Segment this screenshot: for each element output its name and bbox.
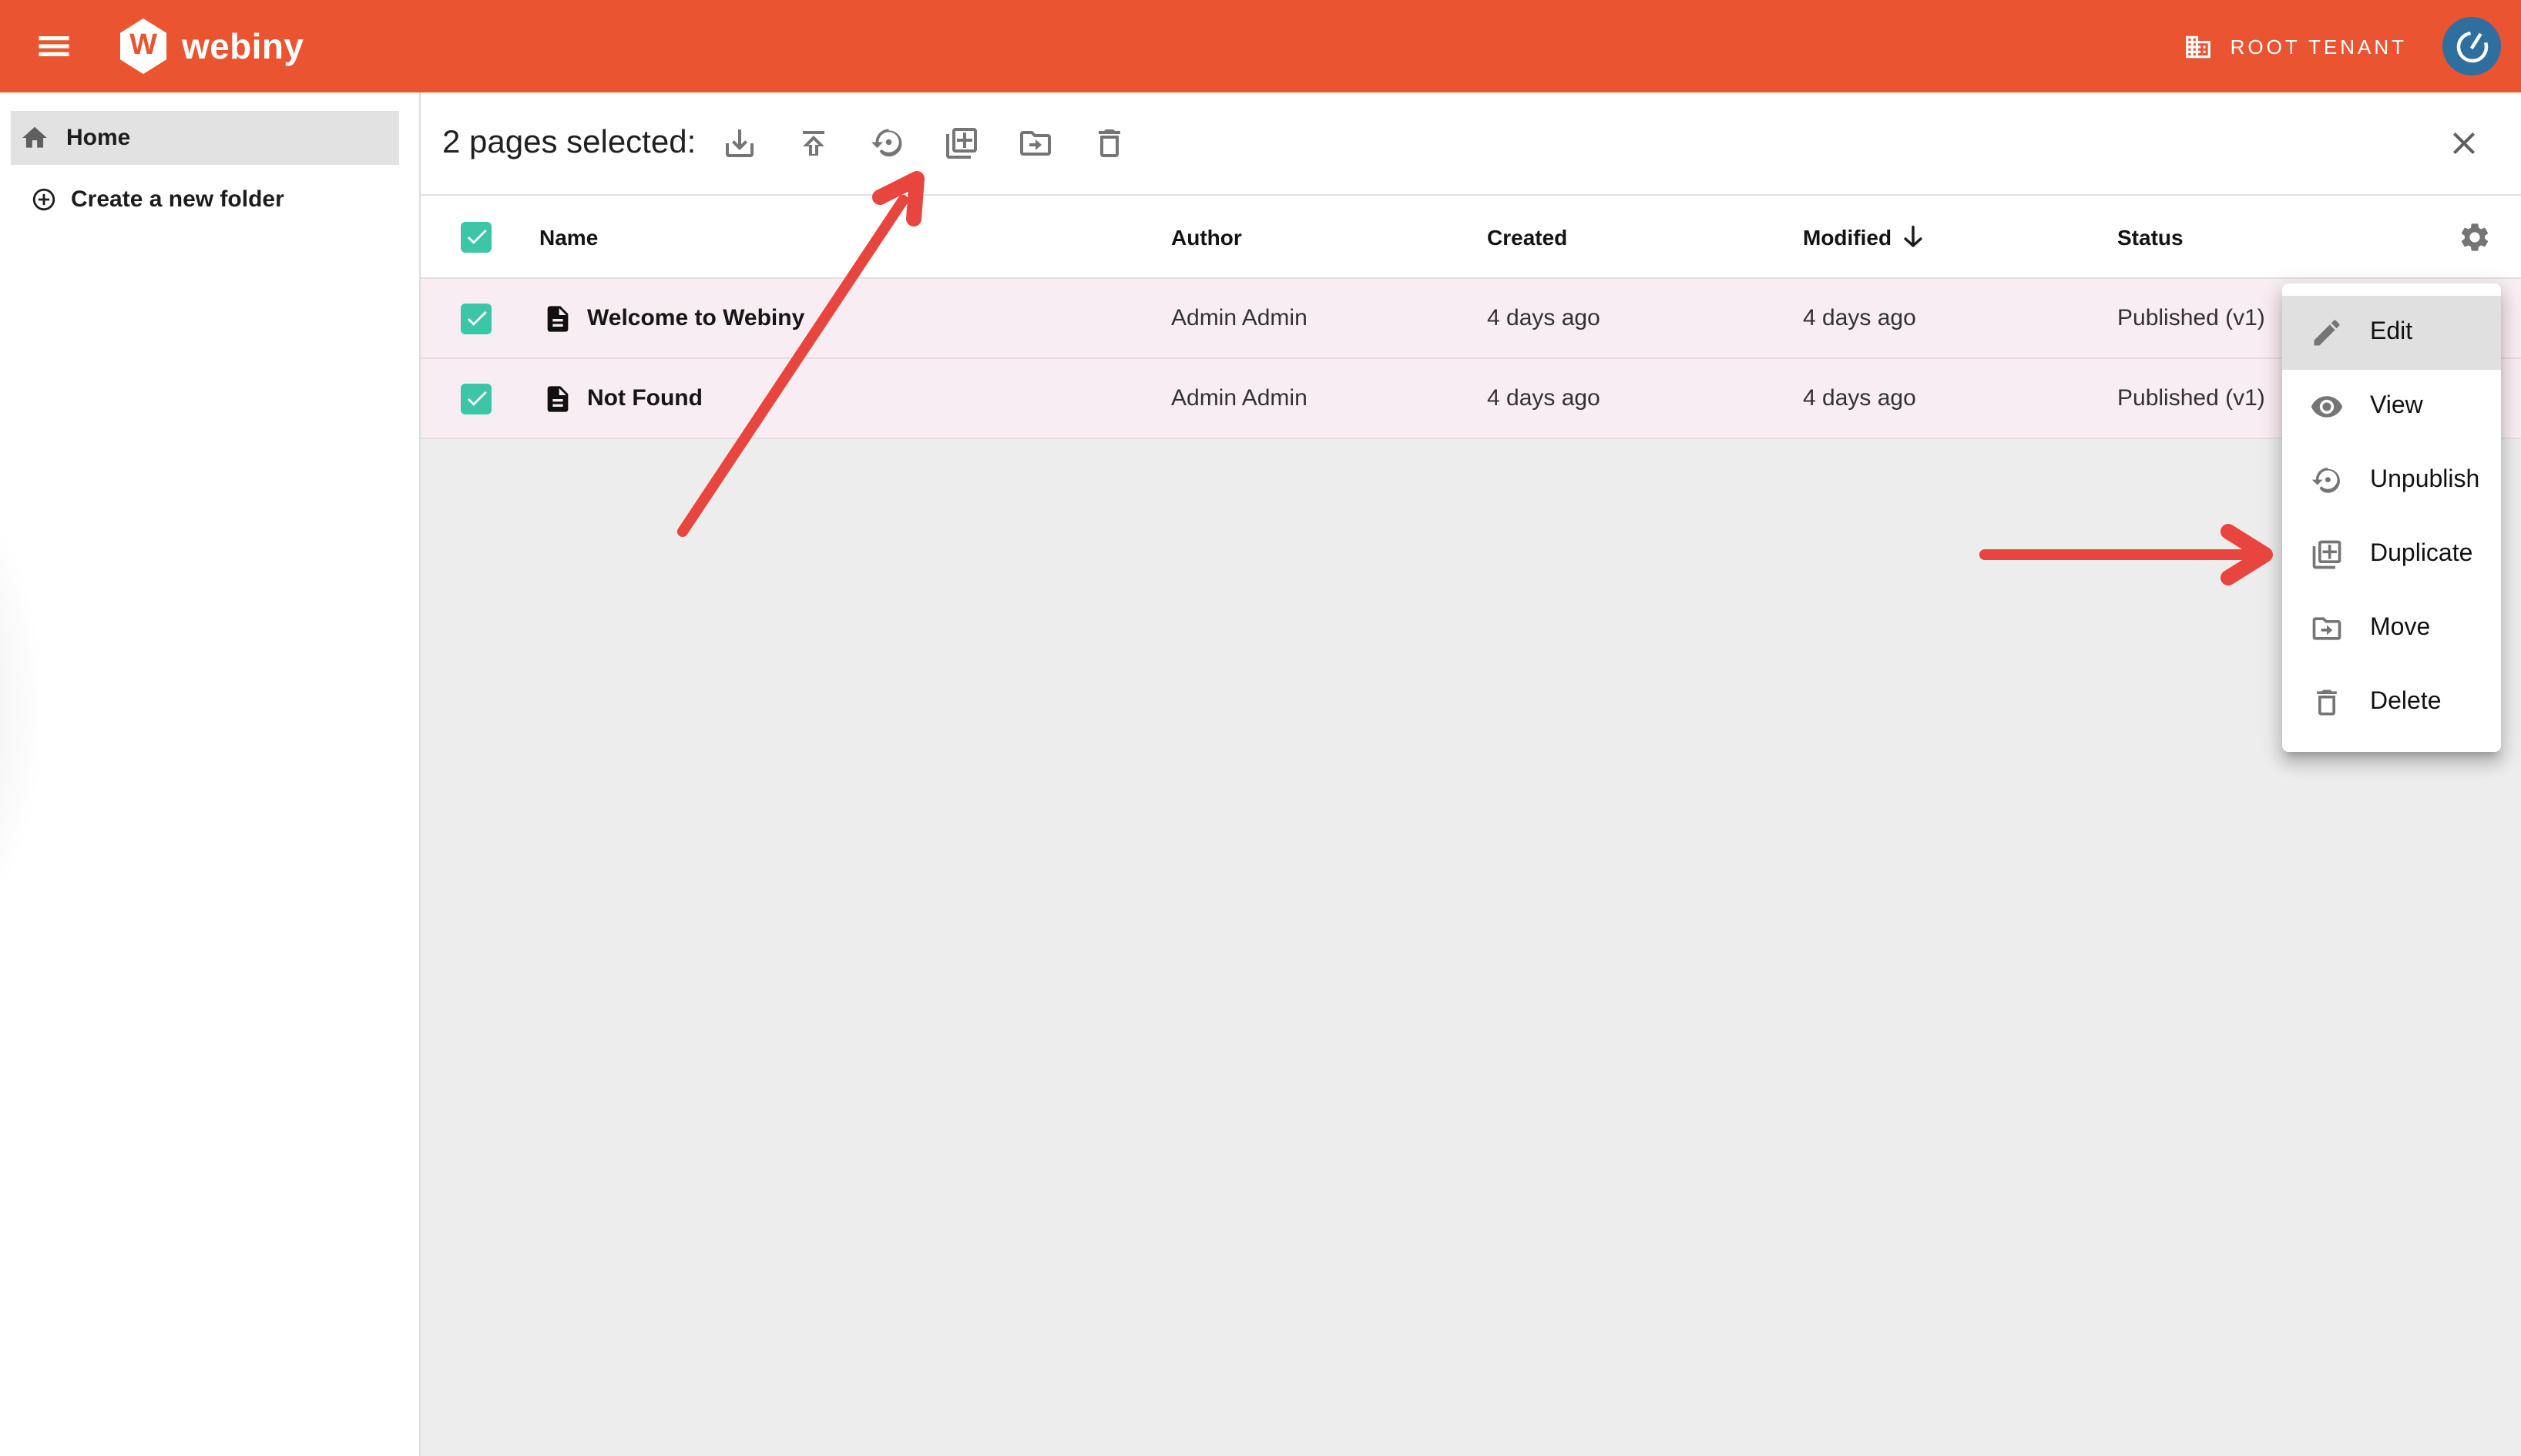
page-author: Admin Admin (1171, 385, 1487, 411)
column-header-status[interactable]: Status (2117, 224, 2429, 249)
unpublish-icon (868, 125, 905, 162)
context-menu-item-duplicate[interactable]: Duplicate (2282, 518, 2501, 592)
sidebar-create-folder[interactable]: Create a new folder (31, 179, 399, 219)
context-menu-label: Unpublish (2370, 467, 2479, 495)
publish-button[interactable] (782, 112, 844, 174)
hamburger-menu-button[interactable] (20, 12, 88, 80)
column-header-modified-label: Modified (1803, 224, 1892, 249)
power-icon (2451, 25, 2492, 67)
home-icon (20, 123, 49, 153)
sidebar-create-folder-label: Create a new folder (71, 186, 284, 212)
table-settings-button[interactable] (2444, 206, 2506, 267)
context-menu-label: View (2370, 393, 2423, 421)
delete-icon (2310, 686, 2344, 720)
page-created: 4 days ago (1487, 385, 1803, 411)
tenant-selector[interactable]: ROOT TENANT (2184, 32, 2407, 61)
duplicate-toolbar-button[interactable] (930, 112, 992, 174)
table-row[interactable]: Not Found Admin Admin 4 days ago 4 days … (421, 359, 2521, 439)
column-header-modified[interactable]: Modified (1803, 224, 2117, 249)
selection-count-text: 2 pages selected: (442, 125, 696, 162)
webiny-wordmark: webiny (182, 25, 304, 67)
tenant-label: ROOT TENANT (2231, 35, 2407, 58)
move-button[interactable] (1004, 112, 1066, 174)
context-menu-label: Edit (2370, 319, 2412, 347)
context-menu-item-view[interactable]: View (2282, 370, 2501, 444)
delete-icon (1090, 125, 1127, 162)
publish-icon (794, 125, 831, 162)
page-modified: 4 days ago (1803, 305, 2117, 331)
delete-toolbar-button[interactable] (1078, 112, 1140, 174)
app-body: Home Create a new folder 2 pages selecte… (0, 92, 2521, 1456)
move-icon (2310, 612, 2344, 646)
sort-desc-arrow-icon (1901, 225, 1924, 248)
check-icon (463, 305, 489, 331)
select-all-checkbox[interactable] (461, 221, 492, 252)
main-content: 2 pages selected: (421, 92, 2521, 1456)
download-icon (720, 125, 757, 162)
context-menu-label: Duplicate (2370, 541, 2472, 569)
column-header-created[interactable]: Created (1487, 224, 1803, 249)
user-avatar-button[interactable] (2442, 17, 2501, 75)
row-checkbox[interactable] (461, 383, 492, 414)
table-header: Name Author Created Modified Status (421, 196, 2521, 279)
close-selection-button[interactable] (2433, 112, 2495, 174)
table-row[interactable]: Welcome to Webiny Admin Admin 4 days ago… (421, 279, 2521, 359)
webiny-logo: W webiny (120, 18, 304, 74)
context-menu-label: Move (2370, 615, 2430, 642)
sidebar-item-home[interactable]: Home (11, 111, 399, 165)
check-icon (463, 223, 489, 250)
context-menu-item-unpublish[interactable]: Unpublish (2282, 444, 2501, 518)
column-header-author[interactable]: Author (1171, 224, 1487, 249)
app-root: W webiny ROOT TENANT Home (0, 0, 2521, 1456)
webiny-logo-icon: W (120, 18, 166, 74)
move-icon (1016, 125, 1053, 162)
topbar: W webiny ROOT TENANT (0, 0, 2521, 92)
close-icon (2445, 125, 2482, 162)
page-modified: 4 days ago (1803, 385, 2117, 411)
row-checkbox[interactable] (461, 303, 492, 334)
page-title: Not Found (587, 385, 703, 411)
selection-actionbar: 2 pages selected: (421, 92, 2521, 196)
edit-icon (2310, 316, 2344, 350)
unpublish-icon (2310, 464, 2344, 498)
gear-icon (2458, 220, 2492, 253)
page-author: Admin Admin (1171, 305, 1487, 331)
hamburger-icon (34, 26, 74, 66)
sidebar-home-label: Home (66, 125, 130, 151)
eye-icon (2310, 390, 2344, 424)
duplicate-icon (942, 125, 979, 162)
unpublish-button[interactable] (856, 112, 918, 174)
column-header-name[interactable]: Name (539, 224, 1171, 249)
sidebar: Home Create a new folder (0, 92, 421, 1456)
context-menu-item-move[interactable]: Move (2282, 592, 2501, 666)
add-circle-icon (31, 186, 57, 212)
context-menu-label: Delete (2370, 689, 2442, 716)
download-button[interactable] (708, 112, 770, 174)
building-icon (2184, 32, 2214, 61)
duplicate-icon (2310, 538, 2344, 572)
page-title: Welcome to Webiny (587, 305, 804, 331)
page-document-icon (542, 383, 573, 414)
context-menu-item-edit[interactable]: Edit (2282, 296, 2501, 370)
row-context-menu: Edit View Unpublish Duplicate Move (2282, 283, 2501, 752)
left-edge-shadow (0, 478, 139, 940)
page-created: 4 days ago (1487, 305, 1803, 331)
context-menu-item-delete[interactable]: Delete (2282, 666, 2501, 740)
page-document-icon (542, 303, 573, 334)
check-icon (463, 385, 489, 411)
